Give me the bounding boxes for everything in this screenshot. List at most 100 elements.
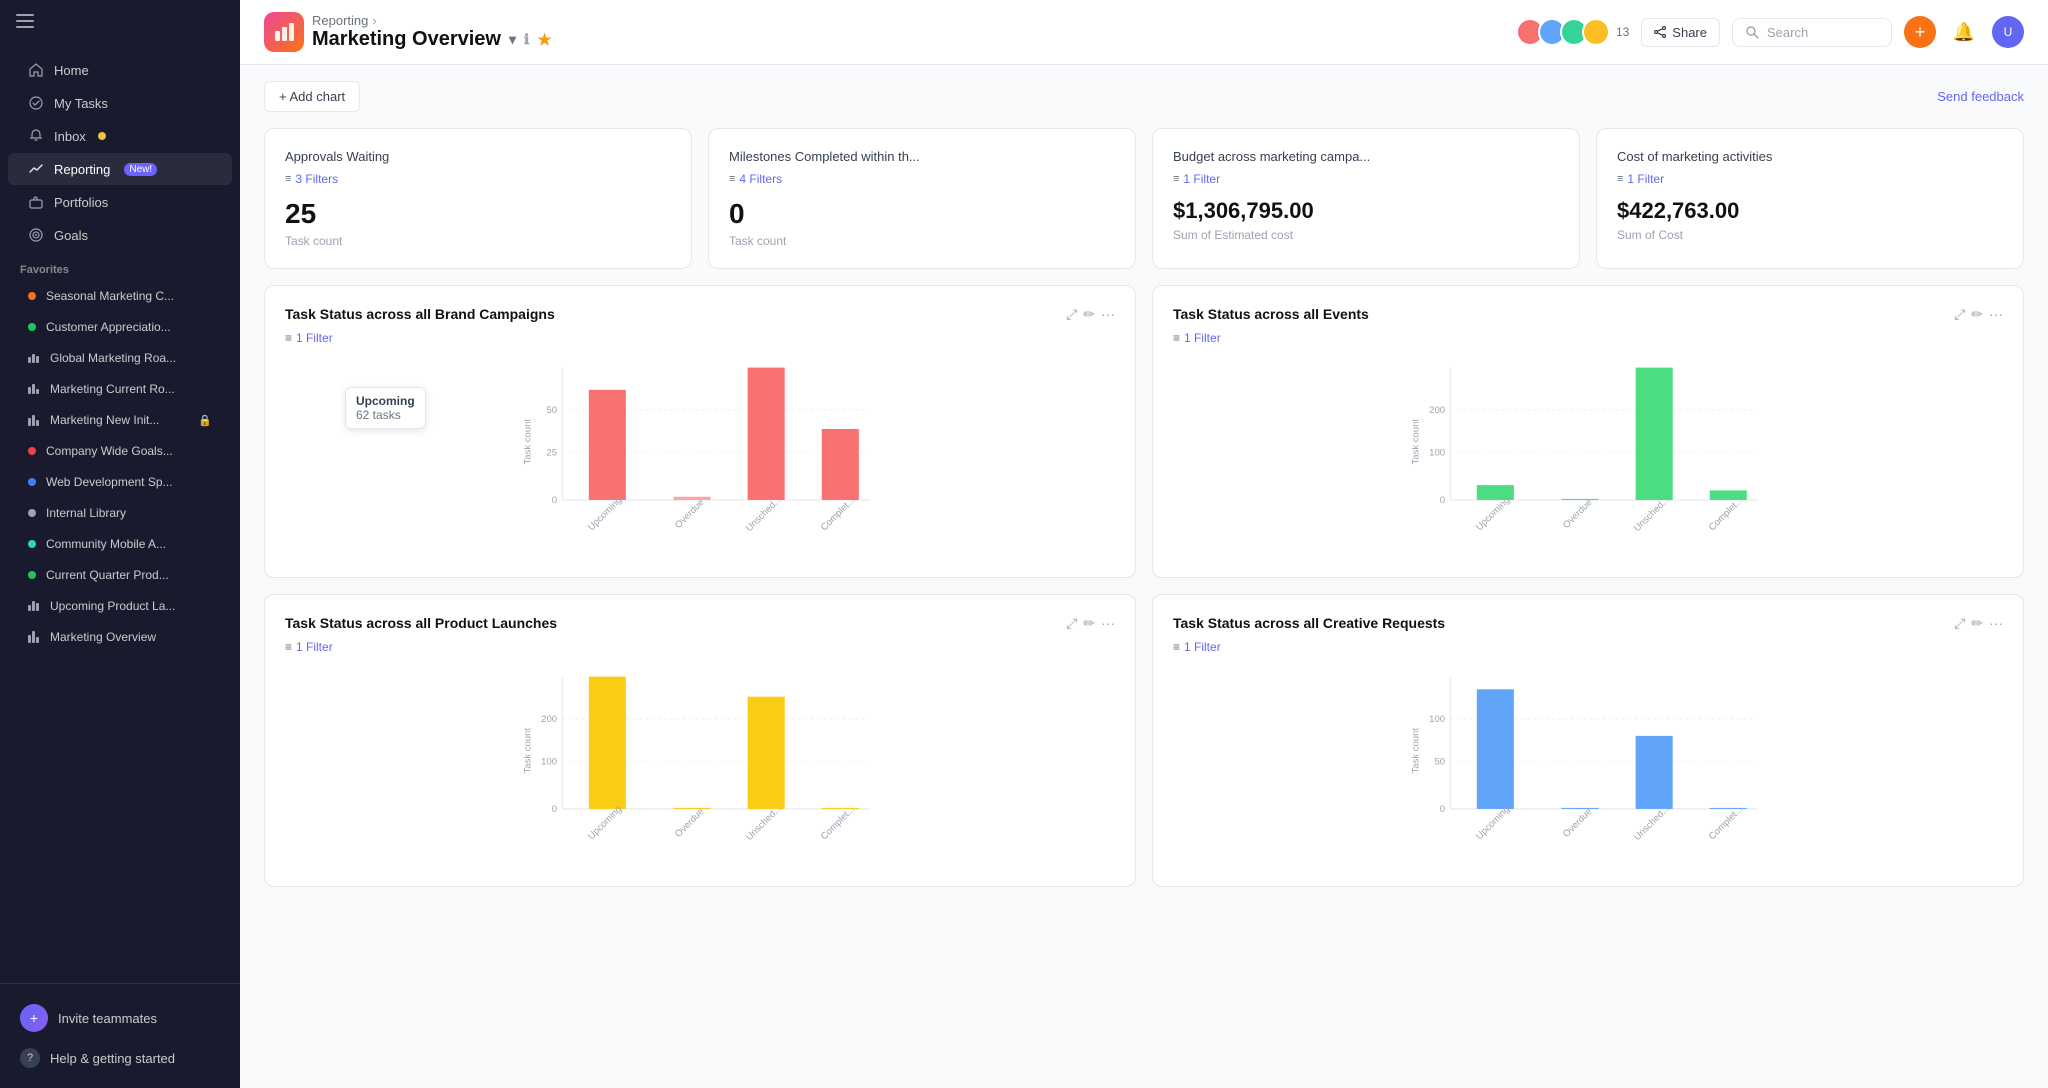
fav-dot-company <box>28 447 36 455</box>
fav-label-marketing-new: Marketing New Init... <box>50 413 188 427</box>
filter-icon-events: ≡ <box>1173 331 1180 345</box>
topbar-left: Reporting › Marketing Overview ▾ ℹ ★ <box>264 12 1504 52</box>
edit-icon-product[interactable]: ✏ <box>1083 615 1095 632</box>
fav-item-seasonal[interactable]: Seasonal Marketing C... <box>8 281 232 311</box>
fav-item-customer[interactable]: Customer Appreciatio... <box>8 312 232 342</box>
stat-label-budget: Sum of Estimated cost <box>1173 228 1559 242</box>
svg-text:Task count: Task count <box>523 419 534 465</box>
edit-icon-creative[interactable]: ✏ <box>1971 615 1983 632</box>
stat-filter-cost[interactable]: ≡ 1 Filter <box>1617 172 2003 186</box>
stat-label-approvals: Task count <box>285 234 671 248</box>
fav-item-marketing-overview[interactable]: Marketing Overview <box>8 622 232 652</box>
svg-text:50: 50 <box>1434 756 1445 767</box>
info-icon[interactable]: ℹ <box>524 31 529 48</box>
content-area: + Add chart Send feedback Approvals Wait… <box>240 65 2048 1088</box>
fav-dot-internal <box>28 509 36 517</box>
fav-item-web-dev[interactable]: Web Development Sp... <box>8 467 232 497</box>
send-feedback-link[interactable]: Send feedback <box>1937 89 2024 104</box>
chart-body-product: 0 100 200 Task count Upcoming Overdue Un… <box>285 666 1115 866</box>
sidebar-navigation: Home My Tasks Inbox Reporting New! <box>0 45 240 983</box>
topbar: Reporting › Marketing Overview ▾ ℹ ★ 13 <box>240 0 2048 65</box>
more-icon-events[interactable]: ··· <box>1989 306 2003 323</box>
share-button[interactable]: Share <box>1641 18 1720 47</box>
fav-label-community: Community Mobile A... <box>46 537 166 551</box>
sidebar-item-reporting[interactable]: Reporting New! <box>8 153 232 185</box>
chart-filter-brand[interactable]: ≡ 1 Filter <box>285 331 1115 345</box>
trending-up-icon <box>28 161 44 177</box>
svg-text:0: 0 <box>1440 495 1445 506</box>
stat-filter-budget[interactable]: ≡ 1 Filter <box>1173 172 1559 186</box>
add-button[interactable]: + <box>1904 16 1936 48</box>
filter-icon-1: ≡ <box>285 173 291 185</box>
bar-unscheduled <box>748 368 785 500</box>
stat-filter-milestones[interactable]: ≡ 4 Filters <box>729 172 1115 186</box>
filter-icon-product: ≡ <box>285 640 292 654</box>
collaborators-avatars: 13 <box>1516 18 1629 46</box>
bar-chart-product: 0 100 200 Task count Upcoming Overdue Un… <box>285 666 1115 846</box>
search-box[interactable]: Search <box>1732 18 1892 47</box>
bar-upcoming-events <box>1477 485 1514 500</box>
fav-label-company: Company Wide Goals... <box>46 444 173 458</box>
sidebar-bottom: + Invite teammates ? Help & getting star… <box>0 983 240 1088</box>
fav-label-global: Global Marketing Roa... <box>50 351 176 365</box>
breadcrumb-sep: › <box>372 13 376 28</box>
fav-dot-web <box>28 478 36 486</box>
chart-filter-product[interactable]: ≡ 1 Filter <box>285 640 1115 654</box>
fav-item-company-wide[interactable]: Company Wide Goals... <box>8 436 232 466</box>
sidebar-item-portfolios[interactable]: Portfolios <box>8 186 232 218</box>
user-avatar[interactable]: U <box>1992 16 2024 48</box>
fav-label-upcoming: Upcoming Product La... <box>50 599 175 613</box>
home-icon <box>28 62 44 78</box>
sidebar: Home My Tasks Inbox Reporting New! <box>0 0 240 1088</box>
fav-item-community[interactable]: Community Mobile A... <box>8 529 232 559</box>
bar-chart-events: 0 100 200 Task count Upcoming Overdue Un… <box>1173 357 2003 537</box>
chart-filter-creative[interactable]: ≡ 1 Filter <box>1173 640 2003 654</box>
svg-text:200: 200 <box>1429 405 1445 416</box>
fav-item-marketing-new[interactable]: Marketing New Init... 🔒 <box>8 405 232 435</box>
fav-item-global[interactable]: Global Marketing Roa... <box>8 343 232 373</box>
bar-chart-creative: 0 50 100 Task count Upcoming Overdue Uns… <box>1173 666 2003 846</box>
fav-item-upcoming[interactable]: Upcoming Product La... <box>8 591 232 621</box>
chart-filter-events[interactable]: ≡ 1 Filter <box>1173 331 2003 345</box>
sidebar-item-goals[interactable]: Goals <box>8 219 232 251</box>
sidebar-item-reporting-label: Reporting <box>54 162 110 177</box>
charts-grid: Task Status across all Brand Campaigns ⤢… <box>264 285 2024 887</box>
more-icon-product[interactable]: ··· <box>1101 615 1115 632</box>
target-icon <box>28 227 44 243</box>
fav-label-customer: Customer Appreciatio... <box>46 320 171 334</box>
stat-value-milestones: 0 <box>729 198 1115 230</box>
chart-icon-marketing-new <box>28 415 40 426</box>
app-icon <box>264 12 304 52</box>
more-icon-creative[interactable]: ··· <box>1989 615 2003 632</box>
edit-icon-events[interactable]: ✏ <box>1971 306 1983 323</box>
stat-filter-approvals[interactable]: ≡ 3 Filters <box>285 172 671 186</box>
topbar-right: 13 Share Search + 🔔 U <box>1516 16 2024 48</box>
stat-title-budget: Budget across marketing campa... <box>1173 149 1559 164</box>
fav-item-marketing-current[interactable]: Marketing Current Ro... <box>8 374 232 404</box>
fav-label-web: Web Development Sp... <box>46 475 173 489</box>
expand-icon-product[interactable]: ⤢ <box>1066 615 1077 632</box>
add-chart-button[interactable]: + Add chart <box>264 81 360 112</box>
main-content: Reporting › Marketing Overview ▾ ℹ ★ 13 <box>240 0 2048 1088</box>
bar-unscheduled-events <box>1636 368 1673 500</box>
expand-icon[interactable]: ⤢ <box>1066 306 1077 323</box>
sidebar-item-home[interactable]: Home <box>8 54 232 86</box>
star-icon[interactable]: ★ <box>537 30 551 50</box>
notification-icon[interactable]: 🔔 <box>1948 16 1980 48</box>
invite-teammates-button[interactable]: + Invite teammates <box>8 996 232 1040</box>
avatar-4 <box>1582 18 1610 46</box>
help-button[interactable]: ? Help & getting started <box>8 1040 232 1076</box>
fav-item-current-quarter[interactable]: Current Quarter Prod... <box>8 560 232 590</box>
more-icon[interactable]: ··· <box>1101 306 1115 323</box>
sidebar-item-inbox[interactable]: Inbox <box>8 120 232 152</box>
reporting-new-badge: New! <box>124 163 157 176</box>
sidebar-item-goals-label: Goals <box>54 228 88 243</box>
chart-product-launches: Task Status across all Product Launches … <box>264 594 1136 887</box>
sidebar-toggle[interactable] <box>0 0 240 45</box>
expand-icon-creative[interactable]: ⤢ <box>1954 615 1965 632</box>
sidebar-item-my-tasks[interactable]: My Tasks <box>8 87 232 119</box>
fav-item-internal[interactable]: Internal Library <box>8 498 232 528</box>
title-dropdown-icon[interactable]: ▾ <box>509 31 516 48</box>
edit-icon[interactable]: ✏ <box>1083 306 1095 323</box>
expand-icon-events[interactable]: ⤢ <box>1954 306 1965 323</box>
